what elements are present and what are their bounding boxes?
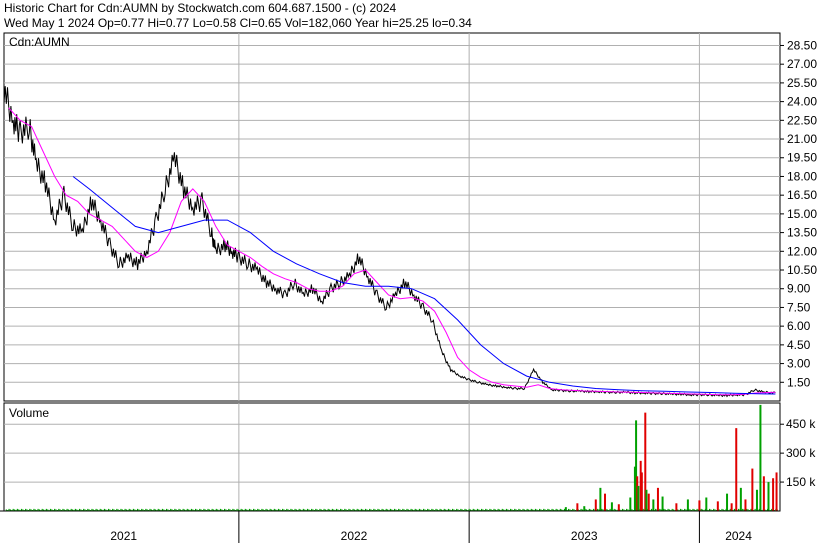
price-tick-label: 15.00 <box>787 207 817 221</box>
date-axis-label: 2021 <box>110 529 137 543</box>
price-tick-label: 13.50 <box>787 226 817 240</box>
volume-tick-label: 450 k <box>786 417 816 431</box>
price-panel-title: Cdn:AUMN <box>9 35 70 49</box>
price-tick-label: 7.50 <box>787 300 811 314</box>
price-tick-label: 24.00 <box>787 95 817 109</box>
price-tick-label: 16.50 <box>787 188 817 202</box>
volume-axis-ticks: 450 k 300 k 150 k <box>780 417 816 489</box>
date-axis-label: 2022 <box>341 529 368 543</box>
date-axis: 2021 2022 2023 2024 <box>0 510 780 543</box>
price-tick-label: 27.00 <box>787 57 817 71</box>
price-tick-label: 10.50 <box>787 263 817 277</box>
price-tick-label: 18.00 <box>787 169 817 183</box>
date-axis-label: 2023 <box>571 529 598 543</box>
date-axis-label: 2024 <box>725 529 752 543</box>
price-tick-label: 6.00 <box>787 319 811 333</box>
price-tick-label: 25.50 <box>787 76 817 90</box>
volume-panel-title: Volume <box>9 406 49 420</box>
price-tick-label: 3.00 <box>787 357 811 371</box>
price-panel: 28.50 27.00 25.50 24.00 22.50 21.00 19.50 18.00… <box>3 32 817 402</box>
price-tick-label: 1.50 <box>787 375 811 389</box>
stock-chart: 28.50 27.00 25.50 24.00 22.50 21.00 19.50 18.00… <box>0 32 817 543</box>
price-axis-ticks: 28.50 27.00 25.50 24.00 22.50 21.00 19.50 18.00… <box>780 38 817 389</box>
price-tick-label: 28.50 <box>787 38 817 52</box>
price-tick-label: 21.00 <box>787 132 817 146</box>
volume-panel-frame <box>3 402 781 512</box>
volume-tick-label: 150 k <box>786 475 816 489</box>
price-panel-frame <box>3 32 781 402</box>
volume-tick-label: 300 k <box>786 446 816 460</box>
price-tick-label: 19.50 <box>787 151 817 165</box>
price-tick-label: 4.50 <box>787 338 811 352</box>
price-tick-label: 12.00 <box>787 244 817 258</box>
price-tick-label: 9.00 <box>787 282 811 296</box>
volume-panel: 450 k 300 k 150 k Volume <box>3 402 816 512</box>
price-tick-label: 22.50 <box>787 113 817 127</box>
